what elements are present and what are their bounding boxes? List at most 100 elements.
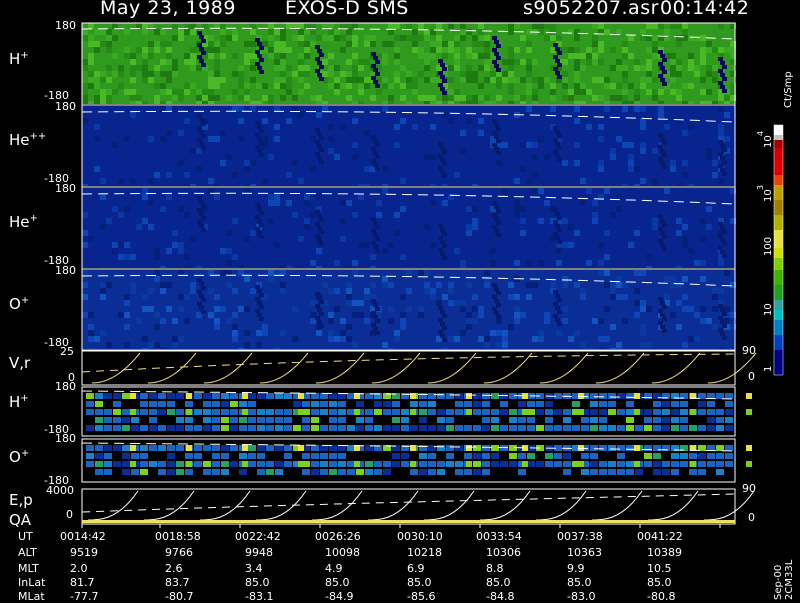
panel-cell-2 bbox=[226, 230, 232, 236]
streak-2 bbox=[255, 227, 260, 231]
panel-cell-0 bbox=[154, 95, 160, 101]
ephemeris-inlat-5: 85.0 bbox=[486, 576, 511, 589]
o2-cell bbox=[491, 461, 499, 467]
panel-cell-2 bbox=[352, 260, 358, 266]
streak-3 bbox=[373, 303, 378, 307]
panel-cell-0 bbox=[280, 95, 286, 101]
panel-cell-0 bbox=[220, 41, 226, 47]
panel-cell-3 bbox=[640, 270, 646, 276]
streak-2 bbox=[199, 212, 204, 216]
streak-0 bbox=[660, 78, 665, 82]
panel-cell-0 bbox=[208, 95, 214, 101]
panel-cell-0 bbox=[586, 53, 592, 59]
o2-marker bbox=[242, 445, 248, 451]
h2-cell bbox=[635, 425, 643, 431]
panel-cell-1 bbox=[178, 130, 184, 136]
panel-cell-0 bbox=[280, 83, 286, 89]
panel-cell-2 bbox=[604, 188, 610, 194]
panel-cell-0 bbox=[550, 83, 556, 89]
h2-cell bbox=[671, 409, 679, 415]
panel-cell-0 bbox=[82, 101, 88, 104]
panel-cell-2 bbox=[538, 218, 544, 224]
panel-cell-3 bbox=[292, 336, 298, 342]
panel-cell-0 bbox=[562, 77, 568, 83]
o2-marker bbox=[578, 461, 584, 467]
h2-cell bbox=[140, 393, 148, 399]
panel-cell-0 bbox=[478, 65, 484, 71]
panel-cell-0 bbox=[520, 35, 526, 41]
panel-cell-3 bbox=[232, 324, 238, 330]
panel-cell-3 bbox=[724, 270, 730, 276]
panel-cell-0 bbox=[472, 41, 478, 47]
panel-cell-0 bbox=[670, 65, 676, 71]
h2-cell bbox=[725, 393, 733, 399]
o2-cell bbox=[347, 445, 355, 451]
h2-cell bbox=[221, 401, 229, 407]
panel-cell-0 bbox=[472, 35, 478, 41]
panel-cell-0 bbox=[532, 89, 538, 95]
panel-cell-3 bbox=[142, 294, 148, 300]
panel-cell-1 bbox=[574, 106, 580, 112]
streak-1 bbox=[440, 158, 445, 162]
streak-3 bbox=[492, 295, 497, 299]
h2-cell bbox=[527, 425, 535, 431]
streak-2 bbox=[373, 245, 378, 249]
panel-cell-2 bbox=[346, 200, 352, 206]
panel-cell-0 bbox=[136, 95, 142, 101]
panel-cell-0 bbox=[652, 41, 658, 47]
panel-cell-1 bbox=[328, 148, 334, 154]
o2-cell bbox=[617, 469, 625, 475]
h2-marker bbox=[298, 393, 304, 399]
o2-cell bbox=[410, 469, 418, 475]
streak-0 bbox=[658, 74, 663, 78]
panel-cell-0 bbox=[562, 95, 568, 101]
streak-2 bbox=[555, 236, 560, 240]
h2-cell bbox=[716, 409, 724, 415]
h2-cell bbox=[572, 425, 580, 431]
panel-cell-2 bbox=[160, 206, 166, 212]
streak-1 bbox=[255, 133, 260, 137]
streak-0 bbox=[259, 46, 264, 50]
panel-cell-2 bbox=[154, 248, 160, 254]
streak-1 bbox=[255, 145, 260, 149]
o2-cell bbox=[140, 453, 148, 459]
panel-cell-3 bbox=[676, 300, 682, 306]
panel-cell-3 bbox=[292, 306, 298, 312]
panel-cell-0 bbox=[622, 71, 628, 77]
panel-cell-0 bbox=[514, 95, 520, 101]
panel-cell-1 bbox=[652, 148, 658, 154]
panel-cell-0 bbox=[130, 89, 136, 95]
panel-cell-0 bbox=[622, 65, 628, 71]
panel-cell-0 bbox=[574, 83, 580, 89]
panel-cell-0 bbox=[370, 41, 376, 47]
ephemeris-alt-3: 10098 bbox=[325, 546, 360, 559]
streak-1 bbox=[720, 156, 725, 160]
panel-cell-3 bbox=[424, 288, 430, 294]
panel-cell-1 bbox=[124, 136, 130, 142]
streak-3 bbox=[720, 332, 725, 336]
panel-cell-3 bbox=[688, 336, 694, 342]
h2-cell bbox=[500, 401, 508, 407]
h2-cell bbox=[662, 425, 670, 431]
h2-cell bbox=[158, 401, 166, 407]
streak-2 bbox=[718, 222, 723, 226]
panel-cell-0 bbox=[268, 95, 274, 101]
streak-3 bbox=[555, 318, 560, 322]
h2-cell bbox=[545, 417, 553, 423]
panel-cell-3 bbox=[484, 270, 490, 276]
panel-cell-3 bbox=[346, 300, 352, 306]
streak-3 bbox=[199, 294, 204, 298]
panel-cell-0 bbox=[370, 95, 376, 101]
h2-cell bbox=[581, 425, 589, 431]
o2-cell bbox=[626, 461, 634, 467]
panel-cell-0 bbox=[220, 77, 226, 83]
panel-cell-0 bbox=[202, 101, 208, 104]
h2-cell bbox=[122, 393, 130, 399]
streak-3 bbox=[438, 318, 443, 322]
panel-cell-0 bbox=[430, 41, 436, 47]
panel-cell-2 bbox=[118, 212, 124, 218]
panel-cell-0 bbox=[400, 65, 406, 71]
streak-3 bbox=[494, 287, 499, 291]
panel-cell-1 bbox=[118, 178, 124, 184]
panel-cell-3 bbox=[340, 318, 346, 324]
